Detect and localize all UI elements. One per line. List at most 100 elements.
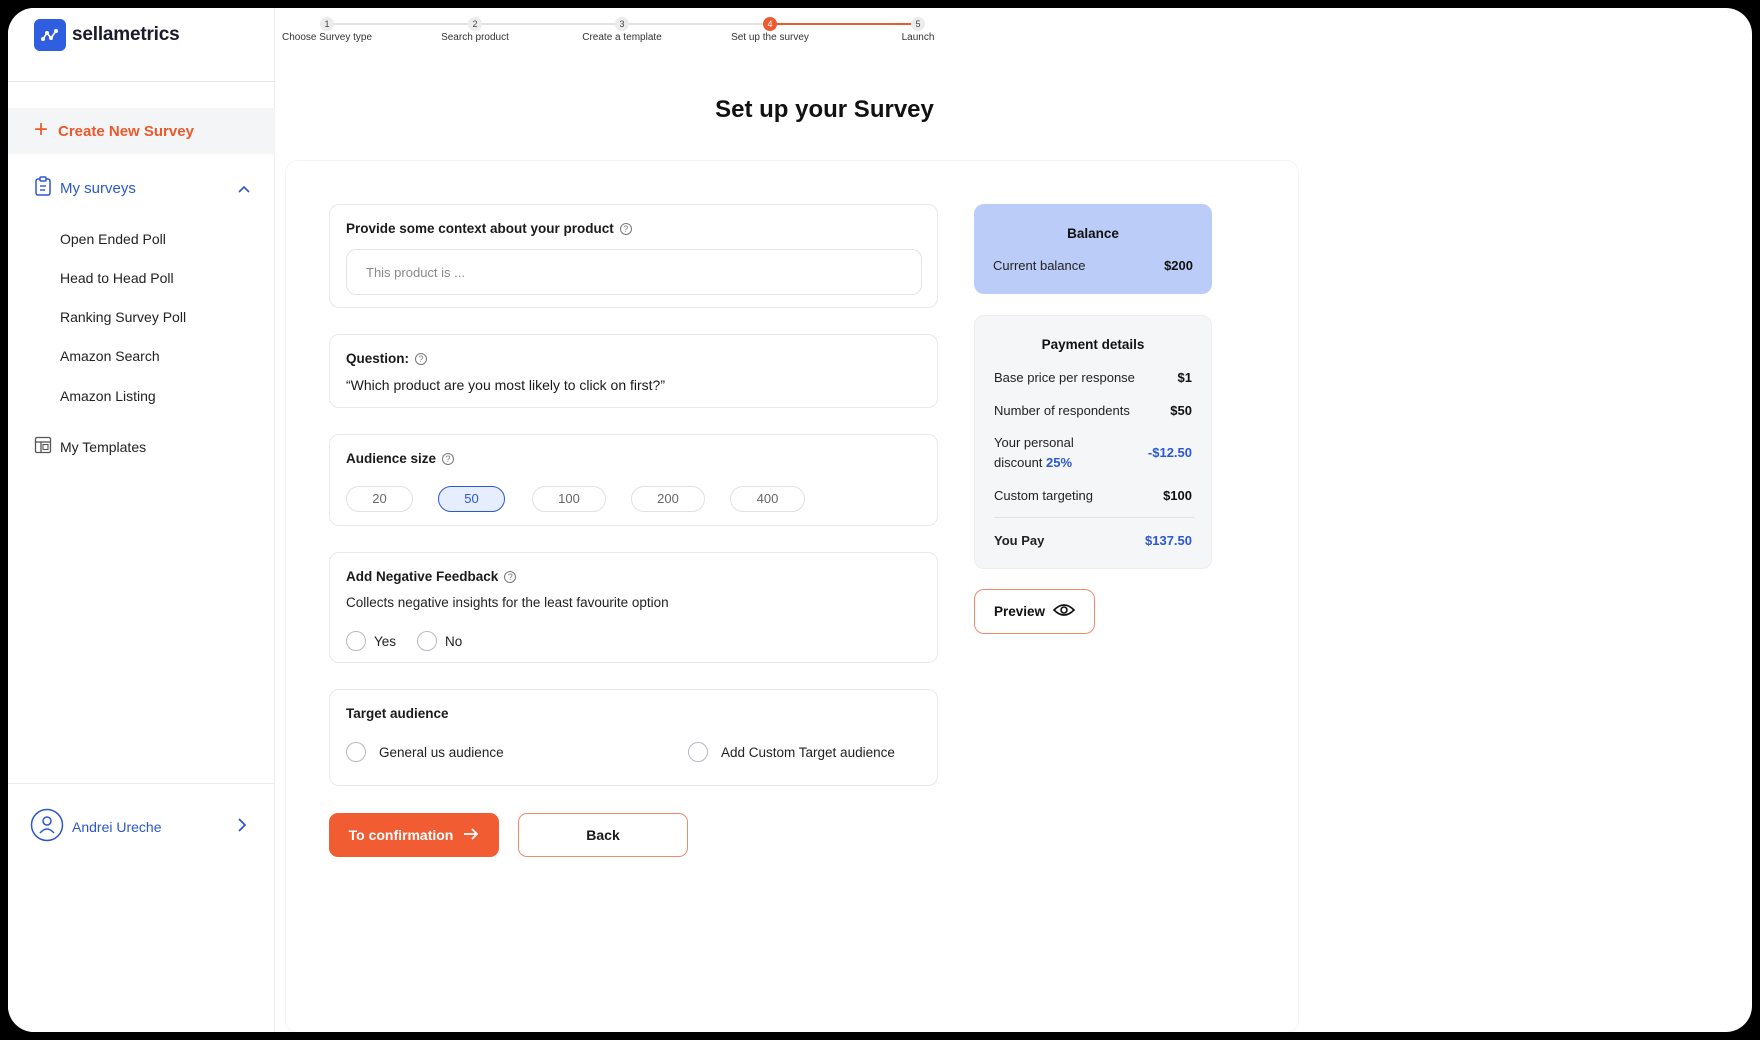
question-title-text: Question: [346,351,409,366]
radio-circle [417,631,437,651]
respondents-label: Number of respondents [994,403,1130,418]
divider [994,517,1194,518]
general-audience-radio[interactable]: General us audience [346,742,504,762]
brand-name: sellametrics [72,24,180,45]
step-number: 1 [320,17,334,31]
back-button[interactable]: Back [518,813,688,857]
current-balance-value: $200 [1164,258,1193,273]
step-4[interactable]: 4 Set up the survey [700,17,840,43]
sidebar-item-open-ended-poll[interactable]: Open Ended Poll [60,231,166,247]
sidebar-item-amazon-listing[interactable]: Amazon Listing [60,388,156,404]
sidebar-item-my-templates[interactable]: My Templates [34,436,146,457]
balance-title: Balance [1067,226,1119,241]
negative-feedback-card: Add Negative Feedback ? Collects negativ… [329,552,938,663]
preview-button[interactable]: Preview [974,589,1095,634]
custom-targeting-label: Custom targeting [994,488,1093,503]
sidebar-item-amazon-search[interactable]: Amazon Search [60,348,160,364]
radio-label: No [445,633,463,649]
step-5[interactable]: 5 Launch [848,17,988,43]
target-audience-title: Target audience [346,706,449,721]
negative-feedback-yes-radio[interactable]: Yes [346,631,396,651]
help-icon[interactable]: ? [415,352,427,365]
negative-feedback-no-radio[interactable]: No [417,631,462,651]
help-icon[interactable]: ? [619,222,632,235]
discount-label-text: discount [994,455,1043,470]
sidebar-item-ranking-survey-poll[interactable]: Ranking Survey Poll [60,309,186,325]
to-confirmation-button[interactable]: To confirmation [329,813,499,857]
radio-label: Yes [374,633,397,649]
create-new-survey-button[interactable]: + Create New Survey [8,108,275,154]
context-title: Provide some context about your product … [346,221,632,236]
base-price-label: Base price per response [994,370,1135,385]
radio-circle [346,742,366,762]
user-name: Andrei Ureche [72,818,162,835]
sidebar-item-head-to-head-poll[interactable]: Head to Head Poll [60,270,174,286]
user-profile[interactable]: Andrei Ureche [30,808,247,845]
progress-stepper: 1 Choose Survey type 2 Search product 3 … [275,8,1752,68]
create-new-survey-label: Create New Survey [58,122,194,140]
discount-percent: 25% [1046,455,1073,470]
avatar-icon [30,808,64,845]
question-title: Question: ? [346,351,427,366]
sidebar: sellametrics + Create New Survey My surv… [8,8,275,1032]
page-title: Set up your Survey [715,96,934,123]
radio-label: General us audience [379,744,504,760]
divider [8,783,275,784]
custom-audience-radio[interactable]: Add Custom Target audience [688,742,895,762]
product-context-input[interactable] [346,249,922,295]
logo[interactable]: sellametrics [34,19,180,51]
audience-option-20[interactable]: 20 [346,486,413,512]
chevron-up-icon[interactable] [238,180,250,197]
you-pay-label: You Pay [994,533,1045,548]
discount-value: -$12.50 [1147,445,1192,460]
chevron-right-icon[interactable] [238,818,247,835]
to-confirmation-label: To confirmation [348,827,454,843]
negative-feedback-title-text: Add Negative Feedback [346,569,499,584]
audience-option-400[interactable]: 400 [730,486,805,512]
logo-icon [34,19,66,51]
my-templates-label: My Templates [60,438,147,455]
help-icon[interactable]: ? [504,570,517,583]
step-label: Set up the survey [731,32,809,43]
clipboard-icon [34,176,52,200]
divider [8,81,275,82]
audience-option-100[interactable]: 100 [532,486,606,512]
you-pay-value: $137.50 [1145,533,1192,548]
step-label: Search product [441,32,509,43]
arrow-right-icon [463,827,479,843]
audience-option-200[interactable]: 200 [631,486,705,512]
plus-icon: + [34,115,49,143]
step-number: 4 [763,17,777,31]
step-1[interactable]: 1 Choose Survey type [257,17,397,43]
base-price-value: $1 [1177,370,1192,385]
step-label: Choose Survey type [281,32,373,43]
step-label: Create a template [582,32,662,43]
audience-size-title: Audience size ? [346,451,455,466]
step-number: 3 [615,17,629,31]
question-text: “Which product are you most likely to cl… [346,377,665,393]
context-title-text: Provide some context about your product [346,221,614,236]
audience-option-50[interactable]: 50 [438,486,505,512]
audience-size-card: Audience size ? 20 50 100 200 400 [329,434,938,526]
current-balance-label: Current balance [993,258,1086,273]
context-card: Provide some context about your product … [329,204,938,308]
negative-feedback-title: Add Negative Feedback ? [346,569,517,584]
payment-title: Payment details [1041,337,1145,352]
radio-label: Add Custom Target audience [721,744,895,760]
balance-card: Balance Current balance $200 [974,204,1212,294]
step-3[interactable]: 3 Create a template [552,17,692,43]
target-audience-card: Target audience General us audience Add … [329,689,938,786]
negative-feedback-description: Collects negative insights for the least… [346,595,669,610]
eye-icon [1052,603,1076,620]
custom-targeting-value: $100 [1163,488,1192,503]
step-label: Launch [901,32,935,43]
radio-circle [346,631,366,651]
step-2[interactable]: 2 Search product [405,17,545,43]
radio-circle [688,742,708,762]
my-surveys-label: My surveys [60,179,136,197]
help-icon[interactable]: ? [442,452,455,465]
respondents-value: $50 [1170,403,1192,418]
payment-details-card: Payment details Base price per response … [974,315,1212,569]
sidebar-item-my-surveys[interactable]: My surveys [34,176,250,200]
discount-label-line1: Your personal [994,435,1074,450]
